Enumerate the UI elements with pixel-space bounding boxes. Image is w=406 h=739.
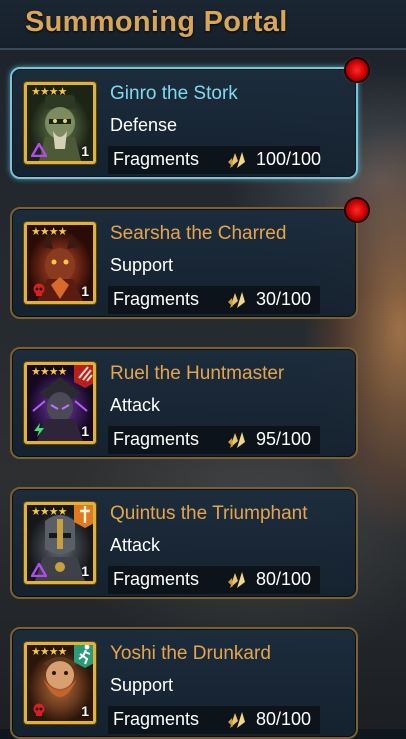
champion-role: Defense xyxy=(110,115,178,135)
star-rating: ★★★★ xyxy=(31,646,67,658)
champion-role: Support xyxy=(110,675,174,695)
champion-card-quintus[interactable]: ★★★★ 1 Quintus the Triumphant Attack Fra… xyxy=(10,487,358,599)
sacred-order-faction-icon xyxy=(74,505,93,528)
champion-portrait: ★★★★ 1 xyxy=(24,82,96,164)
champion-name: Ruel the Huntmaster xyxy=(110,363,285,384)
notification-dot-icon xyxy=(346,59,368,81)
fragments-bar: Fragments 100/100 xyxy=(108,146,322,174)
banner-lords-faction-icon xyxy=(74,365,93,388)
champion-name: Searsha the Charred xyxy=(110,223,287,244)
star-rating: ★★★★ xyxy=(31,86,67,98)
champion-portrait: ★★★★ 1 xyxy=(24,222,96,304)
fragments-label: Fragments xyxy=(113,149,200,169)
fragments-bar: Fragments 80/100 xyxy=(108,566,320,594)
champion-role: Attack xyxy=(110,395,161,415)
skinwalkers-faction-icon xyxy=(74,645,93,668)
force-affinity-icon xyxy=(33,703,45,716)
champion-card-ginro[interactable]: ★★★★ 1 Ginro the Stork Defense Fragments… xyxy=(10,67,358,179)
champion-name: Ginro the Stork xyxy=(110,83,238,104)
fragment-shard-icon xyxy=(228,572,245,588)
fragments-label: Fragments xyxy=(113,429,200,449)
fragments-label: Fragments xyxy=(113,289,200,309)
fragments-count: 95/100 xyxy=(256,429,312,449)
fragments-bar: Fragments 30/100 xyxy=(108,286,320,314)
fragments-label: Fragments xyxy=(113,569,200,589)
fragments-count: 100/100 xyxy=(256,149,322,169)
spirit-affinity-icon xyxy=(34,423,44,437)
champion-level: 1 xyxy=(81,423,89,439)
fragment-shard-icon xyxy=(228,712,245,728)
champion-portrait: ★★★★ 1 xyxy=(24,502,96,584)
champion-card-yoshi[interactable]: ★★★★ 1 Yoshi the Drunkard Support Fragme… xyxy=(10,627,358,739)
champion-name: Yoshi the Drunkard xyxy=(110,643,271,664)
fragment-shard-icon xyxy=(228,292,245,308)
fragment-shard-icon xyxy=(228,432,245,448)
fragments-count: 80/100 xyxy=(256,569,312,589)
header-bar: Summoning Portal xyxy=(0,0,406,50)
champion-portrait: ★★★★ 1 xyxy=(24,362,96,444)
fragments-label: Fragments xyxy=(113,709,200,729)
champion-level: 1 xyxy=(81,143,89,159)
champion-name: Quintus the Triumphant xyxy=(110,503,308,524)
fragments-count: 80/100 xyxy=(256,709,312,729)
champion-card-ruel[interactable]: ★★★★ 1 Ruel the Huntmaster Attack Fragme… xyxy=(10,347,358,459)
champion-portrait: ★★★★ 1 xyxy=(24,642,96,724)
champion-level: 1 xyxy=(81,283,89,299)
champion-role: Attack xyxy=(110,535,161,555)
star-rating: ★★★★ xyxy=(31,226,67,238)
fragments-bar: Fragments 95/100 xyxy=(108,426,320,454)
champion-level: 1 xyxy=(81,703,89,719)
star-rating: ★★★★ xyxy=(31,506,67,518)
magic-affinity-icon xyxy=(31,563,47,577)
champion-card-searsha[interactable]: ★★★★ 1 Searsha the Charred Support Fragm… xyxy=(10,207,358,319)
fragments-bar: Fragments 80/100 xyxy=(108,706,320,734)
fragment-shard-icon xyxy=(228,152,245,168)
champion-level: 1 xyxy=(81,563,89,579)
force-affinity-icon xyxy=(33,283,45,296)
champion-role: Support xyxy=(110,255,174,275)
notification-dot-icon xyxy=(346,199,368,221)
star-rating: ★★★★ xyxy=(31,366,67,378)
fragments-count: 30/100 xyxy=(256,289,312,309)
magic-affinity-icon xyxy=(31,143,47,157)
page-title: Summoning Portal xyxy=(25,6,288,38)
